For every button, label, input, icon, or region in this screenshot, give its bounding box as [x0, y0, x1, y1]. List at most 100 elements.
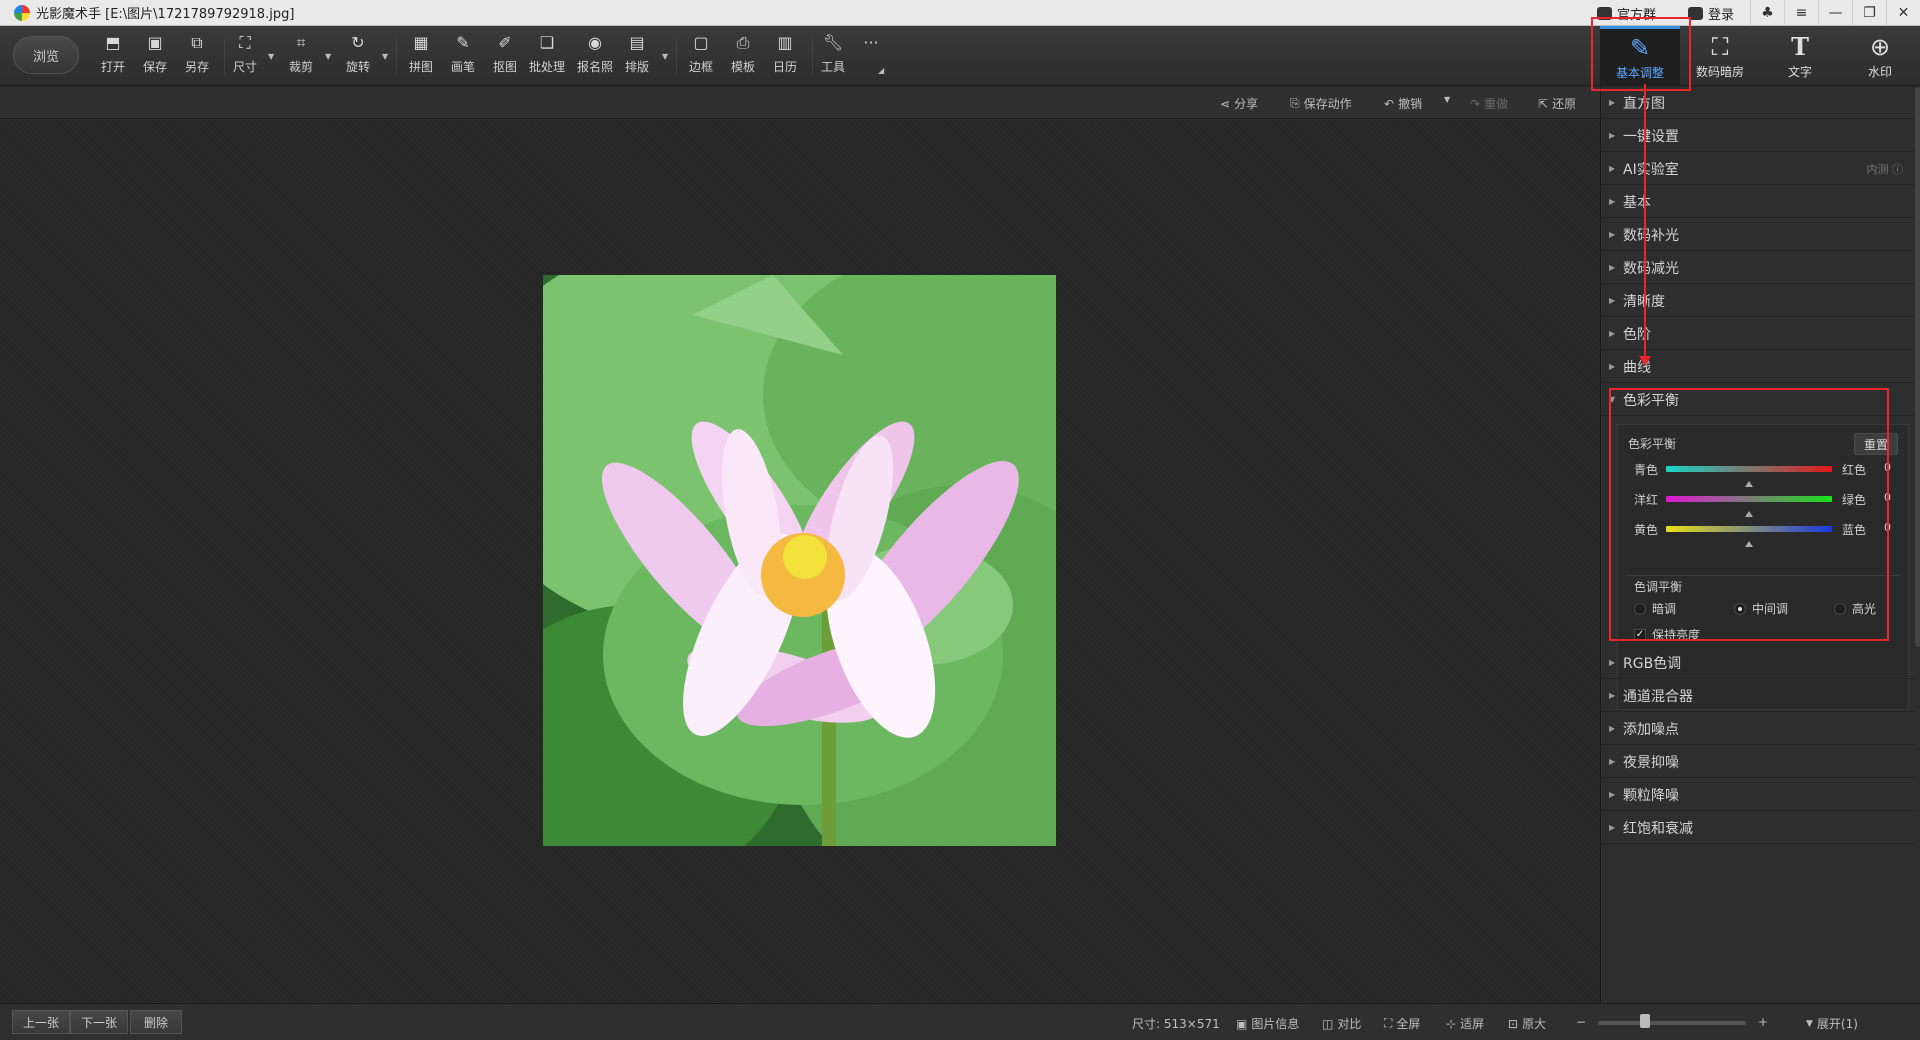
zoom-slider[interactable] — [1598, 1021, 1746, 1025]
collage-button[interactable]: ▦ 拼图 — [400, 32, 442, 80]
layout-button[interactable]: ▤ 排版 — [616, 32, 658, 80]
restore-image-button[interactable]: ⇱ 还原 — [1538, 95, 1576, 112]
next-image-button[interactable]: 下一张 — [70, 1010, 128, 1034]
delete-button[interactable]: 删除 — [130, 1010, 182, 1034]
cyan-red-slider[interactable] — [1666, 466, 1832, 487]
panel-item-rgb-tone[interactable]: ▶ RGB色调 — [1601, 647, 1915, 679]
image-canvas[interactable] — [0, 120, 1600, 1002]
menu-button[interactable]: ≡ — [1784, 0, 1818, 26]
slider-value: 0 — [1884, 461, 1891, 474]
tab-text[interactable]: T 文字 — [1760, 26, 1840, 86]
panel-item-label: RGB色调 — [1623, 655, 1682, 672]
zoom-in-button[interactable]: + — [1758, 1015, 1768, 1029]
tab-basic-adjust[interactable]: ✎ 基本调整 — [1600, 26, 1680, 86]
minimize-button[interactable]: — — [1818, 0, 1852, 26]
magenta-green-slider[interactable] — [1666, 496, 1832, 517]
radio-midtones[interactable]: 中间调 — [1734, 600, 1788, 617]
panel-item-basic[interactable]: ▶ 基本 — [1601, 186, 1915, 218]
rotate-button[interactable]: ↻ 旋转 — [337, 32, 379, 80]
original-size-button[interactable]: ⊡ 原大 — [1508, 1015, 1546, 1032]
tab-digital-darkroom-label: 数码暗房 — [1695, 64, 1744, 79]
save-action-button[interactable]: ⎘ 保存动作 — [1290, 95, 1352, 112]
rotate-dropdown-icon[interactable]: ▼ — [382, 52, 388, 61]
image-size: 尺寸: 513×571 — [1132, 1017, 1220, 1031]
zoom-slider-thumb[interactable] — [1640, 1014, 1650, 1028]
cutout-icon: ✐ — [498, 33, 512, 52]
official-group-label: 官方群 — [1616, 7, 1656, 23]
redo-button[interactable]: ↷ 重做 — [1470, 95, 1508, 112]
open-button[interactable]: ⬒ 打开 — [92, 32, 134, 80]
border-button[interactable]: ▢ 边框 — [680, 32, 722, 80]
close-button[interactable]: ✕ — [1886, 0, 1920, 26]
id-photo-button[interactable]: ◉ 报名照 — [574, 32, 616, 80]
image-info-button[interactable]: ▣ 图片信息 — [1236, 1015, 1299, 1032]
calendar-button[interactable]: ▥ 日历 — [764, 32, 806, 80]
panel-scrollbar[interactable] — [1915, 87, 1920, 647]
save-as-button[interactable]: ⧉ 另存 — [176, 32, 218, 80]
more-button[interactable]: ··· — [850, 32, 892, 80]
prev-image-button[interactable]: 上一张 — [12, 1010, 70, 1034]
slider-thumb[interactable] — [1745, 511, 1753, 517]
zoom-out-button[interactable]: − — [1576, 1015, 1586, 1029]
open-icon: ⬒ — [105, 33, 121, 52]
panel-item-reduce-light[interactable]: ▶ 数码减光 — [1601, 252, 1915, 284]
radio-highlights[interactable]: 高光 — [1834, 600, 1876, 617]
minimize-icon: — — [1828, 5, 1843, 21]
brush-button[interactable]: ✎ 画笔 — [442, 32, 484, 80]
title-bar: 光影魔术手 [E:\图片\1721789792918.jpg] 官方群 登录 ♣… — [0, 0, 1920, 26]
login-link[interactable]: 登录 — [1672, 4, 1750, 23]
crop-dropdown-icon[interactable]: ▼ — [325, 52, 331, 61]
skin-button[interactable]: ♣ — [1750, 0, 1784, 26]
crop-button[interactable]: ⌗ 裁剪 — [280, 32, 322, 80]
watermark-icon: ⊕ — [1869, 32, 1891, 61]
official-group-link[interactable]: 官方群 — [1581, 4, 1672, 23]
undo-button[interactable]: ↶ 撤销 — [1384, 95, 1422, 112]
panel-item-ai-lab[interactable]: ▶ AI实验室 内测 ⓘ — [1601, 153, 1915, 185]
panel-item-fill-light[interactable]: ▶ 数码补光 — [1601, 219, 1915, 251]
panel-item-add-noise[interactable]: ▶ 添加噪点 — [1601, 713, 1915, 745]
tab-watermark[interactable]: ⊕ 水印 — [1840, 26, 1920, 86]
panel-item-channel-mixer[interactable]: ▶ 通道混合器 — [1601, 680, 1915, 712]
cutout-button[interactable]: ✐ 抠图 — [484, 32, 526, 80]
fit-screen-button[interactable]: ⊹ 适屏 — [1446, 1015, 1484, 1032]
panel-item-red-saturation[interactable]: ▶ 红饱和衰减 — [1601, 812, 1915, 844]
batch-button[interactable]: ❏ 批处理 — [526, 32, 568, 80]
slider-right-label: 绿色 — [1842, 493, 1867, 507]
keep-brightness-checkbox[interactable]: ✓ 保持亮度 — [1634, 626, 1700, 643]
panel-item-histogram[interactable]: ▶直方图 — [1601, 87, 1915, 119]
lotus-photo[interactable] — [543, 275, 1056, 846]
restore-button[interactable]: ❐ — [1852, 0, 1886, 26]
slider-thumb[interactable] — [1745, 481, 1753, 487]
template-icon: ⎙ — [736, 33, 750, 52]
reset-button[interactable]: 重置 — [1854, 433, 1898, 455]
panel-item-one-click[interactable]: ▶ 一键设置 — [1601, 120, 1915, 152]
template-button[interactable]: ⎙ 模板 — [722, 32, 764, 80]
batch-label: 批处理 — [528, 60, 565, 74]
tools-button[interactable]: 🔧︎ 工具 — [812, 32, 854, 80]
radio-label: 中间调 — [1752, 602, 1789, 616]
yellow-blue-slider[interactable] — [1666, 526, 1832, 547]
tab-digital-darkroom[interactable]: ⛶ 数码暗房 — [1680, 26, 1760, 86]
compare-button[interactable]: ◫ 对比 — [1322, 1015, 1361, 1032]
panel-item-levels[interactable]: ▶ 色阶 — [1601, 318, 1915, 350]
save-as-label: 另存 — [184, 60, 209, 74]
share-button[interactable]: ⋖ 分享 — [1220, 95, 1258, 112]
adjust-panel: ▶直方图 ▶ 一键设置 ▶ AI实验室 内测 ⓘ ▶ 基本 ▶ 数码补光 ▶ 数码减光 ▶清… — [1600, 87, 1920, 1002]
radio-dot — [1834, 602, 1846, 615]
undo-dropdown[interactable]: ▼ — [1444, 95, 1450, 104]
browse-button[interactable]: 浏览 — [13, 36, 79, 74]
save-button[interactable]: ▣ 保存 — [134, 32, 176, 80]
resize-dropdown-icon[interactable]: ▼ — [268, 52, 274, 61]
panel-item-grain-denoise[interactable]: ▶ 颗粒降噪 — [1601, 779, 1915, 811]
slider-thumb[interactable] — [1745, 541, 1753, 547]
resize-button[interactable]: ⛶ 尺寸 — [224, 32, 266, 80]
panel-item-night-denoise[interactable]: ▶ 夜景抑噪 — [1601, 746, 1915, 778]
collapse-arrow-icon: ▼ — [1609, 395, 1616, 404]
panel-item-color-balance[interactable]: ▼ 色彩平衡 — [1601, 384, 1915, 416]
expand-button[interactable]: ▼ 展开(1) — [1806, 1015, 1858, 1032]
fullscreen-button[interactable]: ⛶ 全屏 — [1384, 1015, 1420, 1032]
panel-item-clarity[interactable]: ▶清晰度 — [1601, 285, 1915, 317]
beta-badge: 内测 ⓘ — [1866, 162, 1904, 176]
radio-shadows[interactable]: 暗调 — [1634, 600, 1676, 617]
layout-dropdown-icon[interactable]: ▼ — [662, 52, 668, 61]
